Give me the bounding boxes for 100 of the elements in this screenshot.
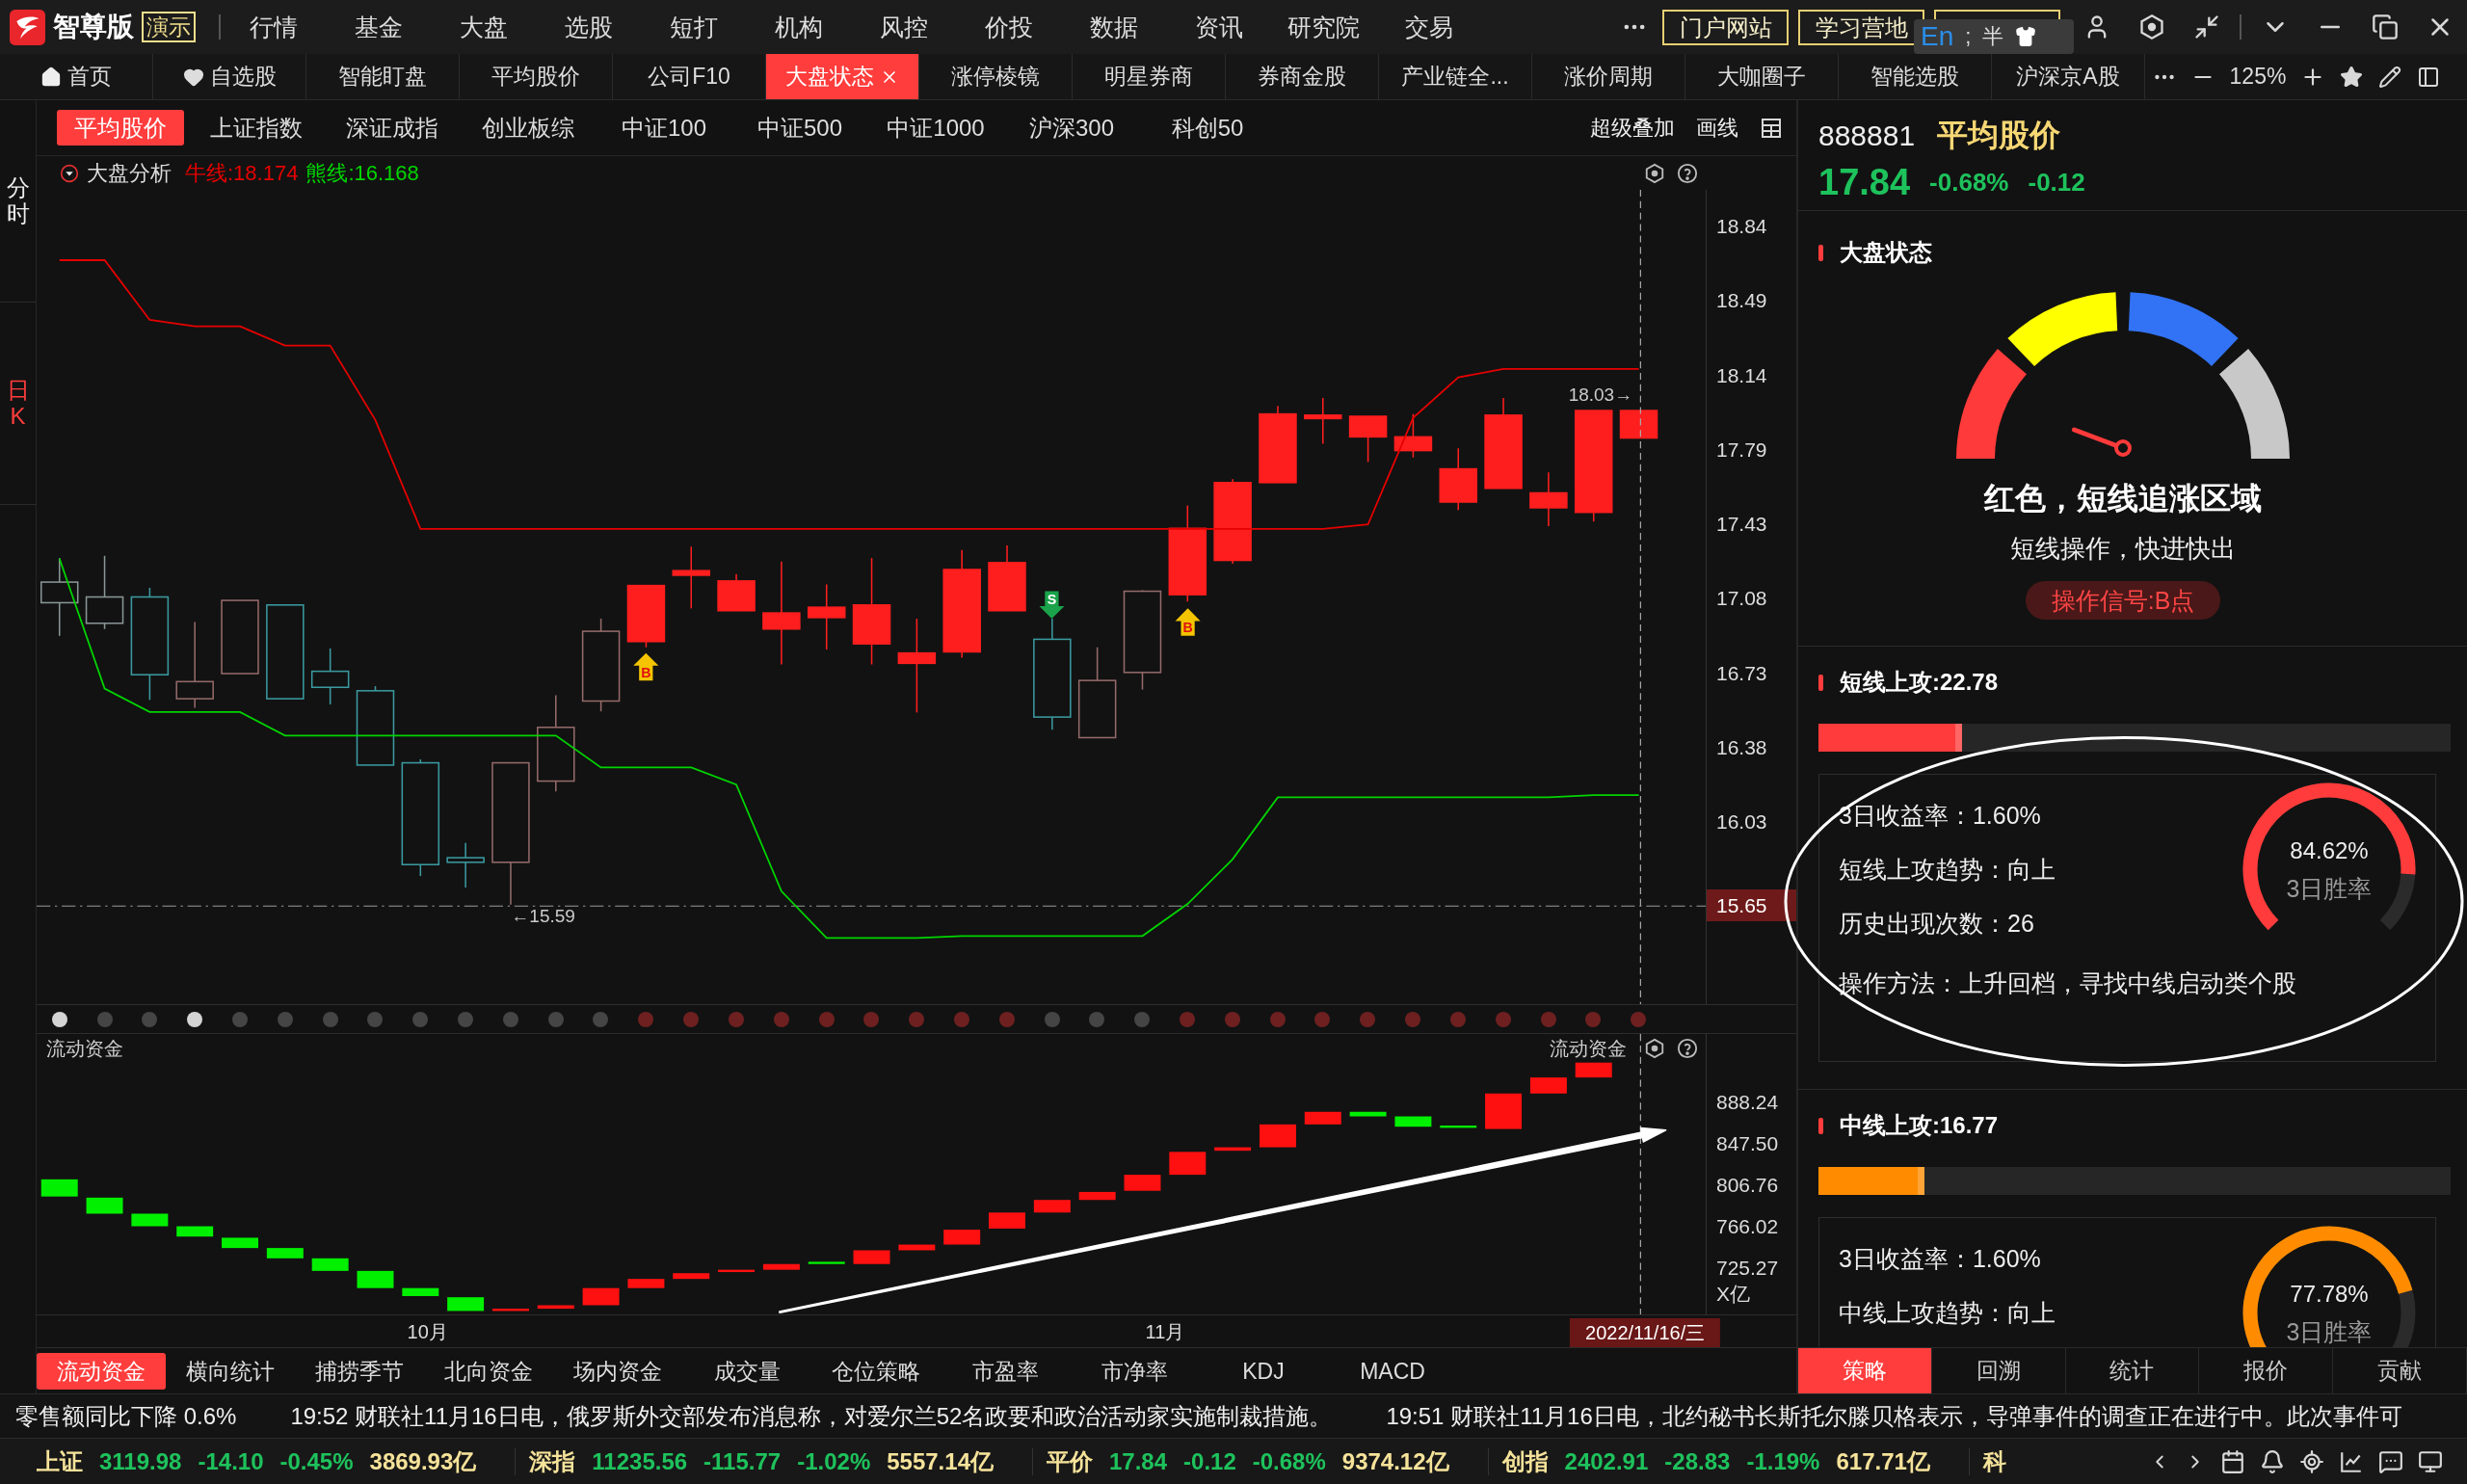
chart-tool-button[interactable]: 画线 [1696, 113, 1738, 143]
axis-label: 11月 [1145, 1319, 1185, 1343]
tab[interactable]: 首页 [0, 54, 153, 99]
indicator-tab[interactable]: 流动资金 [37, 1352, 166, 1390]
index-tab[interactable]: 上证指数 [193, 110, 320, 146]
candlestick [807, 583, 846, 650]
flow-bar [1304, 1111, 1341, 1125]
indicator-tab[interactable]: 横向统计 [166, 1352, 295, 1390]
index-tab[interactable]: 平均股价 [57, 110, 184, 146]
index-tab[interactable]: 创业板综 [464, 110, 592, 146]
side-tab[interactable]: 分时 [0, 100, 36, 303]
tab[interactable]: 产业链全... [1379, 54, 1532, 99]
price-change-percent: -0.68% [1929, 167, 2009, 198]
pencil-icon[interactable] [2378, 65, 2401, 89]
dropdown-icon[interactable] [60, 163, 79, 183]
news-item[interactable]: 零售额同比下降 0.6% [15, 1400, 237, 1432]
tab[interactable]: 大盘状态 [766, 54, 919, 99]
tab[interactable]: 涨停棱镜 [919, 54, 1073, 99]
menu-item[interactable]: 短打 [641, 8, 746, 46]
strategy-stat: 3日收益率：1.60% [1839, 1244, 2042, 1274]
indicator-tab[interactable]: 市净率 [1070, 1352, 1199, 1390]
target-icon[interactable] [2299, 1448, 2324, 1474]
axis-label: 725.27 [1716, 1256, 1780, 1280]
tab[interactable]: 平均股价 [460, 54, 613, 99]
menu-item[interactable]: 风控 [851, 8, 956, 46]
ime-width[interactable]: 半 [1982, 26, 2004, 47]
indicator-tab[interactable]: 市盈率 [941, 1352, 1070, 1390]
indicator-tab[interactable]: MACD [1328, 1352, 1457, 1390]
message-icon[interactable] [2378, 1448, 2403, 1474]
tab[interactable]: 明星券商 [1073, 54, 1226, 99]
index-tab[interactable]: 沪深300 [1008, 110, 1135, 146]
star-icon[interactable] [2340, 65, 2363, 89]
stock-price: 17.84 [1818, 161, 1911, 203]
menu-item[interactable]: 交易 [1376, 8, 1481, 46]
side-tab[interactable]: 日K [0, 303, 36, 505]
chart-tool-button[interactable]: 超级叠加 [1590, 113, 1675, 143]
index-name: 平价 [1047, 1446, 1093, 1476]
panel-tab[interactable]: 策略 [1798, 1348, 1932, 1393]
stock-code: 888881 [1818, 119, 1916, 152]
index-tab[interactable]: 科创50 [1144, 110, 1271, 146]
tab[interactable]: 大咖圈子 [1685, 54, 1839, 99]
candlestick [1393, 412, 1433, 459]
tab[interactable]: 智能盯盘 [306, 54, 460, 99]
index-change-percent: -1.02% [797, 1447, 871, 1475]
axis-label: 16.73 [1716, 660, 1768, 686]
indicator-name: 大盘分析 [87, 159, 172, 187]
settings-icon[interactable] [1644, 1038, 1665, 1059]
index-name: 上证 [37, 1446, 83, 1476]
flow-bar [1033, 1200, 1071, 1213]
indicator-tab[interactable]: 成交量 [682, 1352, 811, 1390]
shirt-icon[interactable] [2015, 26, 2037, 47]
monitor-icon[interactable] [2418, 1448, 2443, 1474]
table-icon[interactable] [1760, 116, 1783, 140]
flow-bar [762, 1263, 800, 1270]
indicator-tab[interactable]: 北向资金 [424, 1352, 553, 1390]
help-icon[interactable] [1677, 1038, 1698, 1059]
flow-bar [853, 1250, 890, 1264]
menu-item[interactable]: 基金 [326, 8, 431, 46]
axis-label: 16.03 [1716, 809, 1768, 835]
tab[interactable]: 涨价周期 [1532, 54, 1685, 99]
indicator-tab[interactable]: KDJ [1199, 1352, 1328, 1390]
news-item[interactable]: 19:51 财联社11月16日电，北约秘书长斯托尔滕贝格表示，导弹事件的调查正在进行中。此次事件可 [1386, 1400, 2402, 1432]
sell-marker: S [1039, 591, 1065, 620]
flow-bar [943, 1230, 981, 1245]
section-marker-icon [1818, 1117, 1823, 1134]
menu-item[interactable]: 选股 [536, 8, 641, 46]
axis-label: 18.14 [1716, 362, 1768, 388]
menu-item[interactable]: 机构 [746, 8, 851, 46]
menu-item[interactable]: 研究院 [1271, 8, 1376, 46]
menu-item[interactable]: 数据 [1061, 8, 1166, 46]
menu-item[interactable]: 资讯 [1166, 8, 1271, 46]
index-tab[interactable]: 深证成指 [329, 110, 456, 146]
panel-icon[interactable] [2417, 65, 2440, 89]
news-item[interactable]: 19:52 财联社11月16日电，俄罗斯外交部发布消息称，对爱尔兰52名政要和政治活动家实施制裁措施。 [290, 1400, 1333, 1432]
indicator-title: 流动资金 [46, 1036, 123, 1061]
help-icon[interactable] [1677, 162, 1698, 184]
indicator-tab[interactable]: 场内资金 [553, 1352, 682, 1390]
index-tab[interactable]: 中证1000 [872, 110, 999, 146]
settings-icon[interactable] [1644, 162, 1665, 184]
index-tab[interactable]: 中证100 [600, 110, 728, 146]
settings-icon[interactable] [2137, 13, 2165, 40]
menu-item[interactable]: 价投 [956, 8, 1061, 46]
ime-punctuation[interactable]: ; [1965, 26, 1972, 47]
calendar-icon[interactable] [2220, 1448, 2245, 1474]
tab[interactable]: 自选股 [153, 54, 306, 99]
indicator-tab[interactable]: 仓位策略 [811, 1352, 941, 1390]
restore-icon[interactable] [2371, 13, 2399, 40]
strategy-stat: 中线上攻趋势：向上 [1839, 1298, 2056, 1328]
menu-item[interactable]: 行情 [221, 8, 326, 46]
logo-icon [10, 9, 45, 45]
menu-item[interactable]: 大盘 [431, 8, 536, 46]
collapse-icon[interactable] [2192, 13, 2220, 40]
tab[interactable]: 券商金股 [1226, 54, 1379, 99]
section-marker-icon [1818, 244, 1823, 261]
section-title: 中线上攻:16.77 [1840, 1111, 1999, 1140]
index-tab[interactable]: 中证500 [736, 110, 863, 146]
indicator-tab[interactable]: 捕捞季节 [295, 1352, 424, 1390]
link-button[interactable]: 门户网站 [1662, 9, 1789, 45]
flow-bar [1259, 1124, 1296, 1148]
bell-icon[interactable] [2260, 1448, 2285, 1474]
